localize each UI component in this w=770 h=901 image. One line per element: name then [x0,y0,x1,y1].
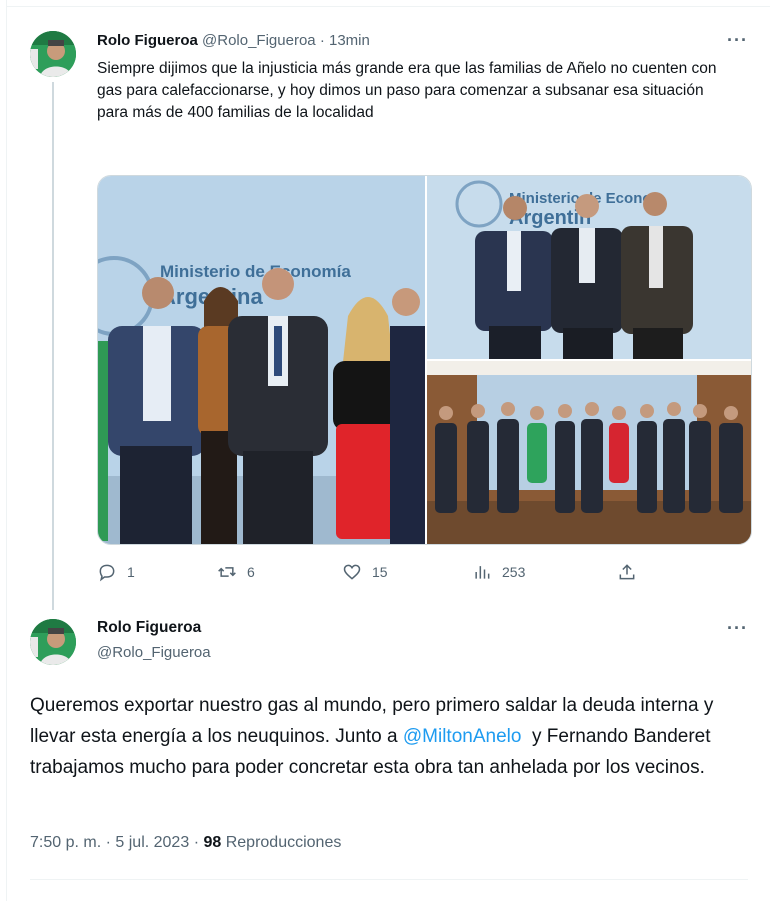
tweet1-text: Siempre dijimos que la injusticia más gr… [97,60,717,121]
retweet-count: 6 [247,564,255,580]
tweet2-meta: 7:50 p. m. · 5 jul. 2023 · 98 Reproducci… [30,834,341,852]
top-divider [6,6,770,7]
photo-2[interactable]: Ministerio de Econo Argentin [427,176,751,359]
photo1-sign-text: Ministerio de Economía [160,262,351,281]
mention-link[interactable]: @MiltonAnelo [403,726,522,747]
views-button[interactable]: 253 [472,562,525,582]
photo-3[interactable] [427,361,751,544]
like-button[interactable]: 15 [342,562,388,582]
more-icon[interactable]: ··· [727,30,748,51]
reply-button[interactable]: 1 [97,562,135,582]
author-avatar-2[interactable] [30,619,76,665]
photo-3-image [427,361,751,544]
views-label: Reproducciones [225,834,342,851]
views-separator: · [193,834,200,851]
tweet-time[interactable]: 13min [329,32,370,49]
like-count: 15 [372,564,388,580]
views-icon [475,566,490,579]
views-count-2: 98 [203,834,222,851]
tweet-timestamp[interactable]: 7:50 p. m. [30,834,101,851]
left-border [0,0,7,901]
share-button[interactable] [617,562,637,582]
reply-icon [99,564,115,582]
header-separator: · [319,32,325,49]
bottom-divider [30,879,748,880]
author-name[interactable]: Rolo Figueroa [97,32,198,49]
tweet-date[interactable]: 5 jul. 2023 [115,834,189,851]
tweet1-action-bar: 1 6 15 253 [97,562,657,586]
date-separator: · [105,834,111,851]
views-count: 253 [502,564,526,580]
photo-1[interactable]: Ministerio de Economía Argentina [98,176,425,544]
author-name-2[interactable]: Rolo Figueroa [97,619,201,637]
avatar-image-2 [30,619,76,665]
photo-2-image: Ministerio de Econo Argentin [427,176,751,359]
reply-count: 1 [127,564,135,580]
photo-1-image: Ministerio de Economía Argentina [98,176,425,544]
retweet-icon [218,567,236,577]
tweet1-header: Rolo Figueroa @Rolo_Figueroa · 13min [97,31,370,51]
author-avatar[interactable] [30,31,76,77]
share-icon [619,564,635,580]
avatar-image [30,31,76,77]
thread-connector-line [52,82,54,610]
like-icon [343,564,361,580]
retweet-button[interactable]: 6 [217,562,255,582]
tweet-media-grid: Ministerio de Economía Argentina [97,175,752,545]
tweet2-text: Queremos exportar nuestro gas al mundo, … [30,690,742,783]
author-handle[interactable]: @Rolo_Figueroa [202,32,316,49]
more-icon-2[interactable]: ··· [727,618,748,639]
author-handle-2[interactable]: @Rolo_Figueroa [97,644,211,661]
